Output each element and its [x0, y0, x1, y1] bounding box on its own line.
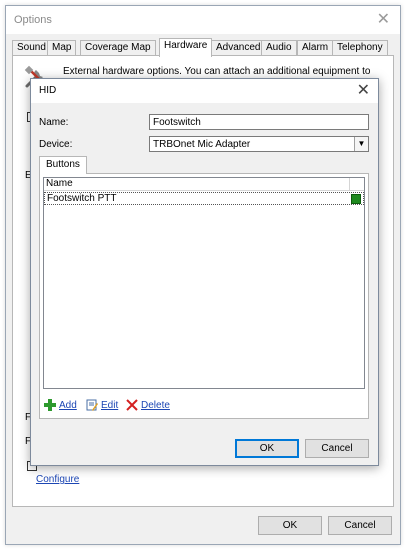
tab-advanced[interactable]: Advanced [211, 40, 266, 56]
hid-cancel-button[interactable]: Cancel [305, 439, 369, 458]
buttons-list[interactable]: Name Footswitch PTT [43, 177, 365, 389]
close-icon[interactable]: ✕ [377, 12, 390, 28]
hid-dialog: HID ✕ Name: Device: TRBOnet Mic Adapter … [30, 78, 379, 466]
chevron-down-icon[interactable]: ▼ [354, 137, 368, 151]
plus-icon [44, 399, 56, 411]
list-item[interactable]: Footswitch PTT [44, 192, 364, 205]
edit-button[interactable]: Edit [86, 398, 118, 412]
name-input[interactable] [149, 114, 369, 130]
tab-sound[interactable]: Sound [12, 40, 51, 56]
delete-icon [126, 399, 138, 411]
list-item-name: Footswitch PTT [47, 193, 117, 204]
tab-coverage-map[interactable]: Coverage Map [80, 40, 156, 56]
hid-titlebar: HID ✕ [31, 79, 378, 103]
close-icon[interactable]: ✕ [357, 83, 370, 99]
hid-ok-button[interactable]: OK [235, 439, 299, 458]
options-cancel-button[interactable]: Cancel [328, 516, 392, 535]
column-header-state[interactable] [350, 178, 365, 191]
tab-hardware[interactable]: Hardware [159, 38, 213, 57]
device-value: TRBOnet Mic Adapter [153, 139, 251, 150]
options-tabs: Sound Map Coverage Map Hardware Advanced… [12, 38, 390, 57]
tab-telephony[interactable]: Telephony [332, 40, 388, 56]
buttons-panel: Name Footswitch PTT Add Edit Delete [39, 173, 369, 419]
configure-link[interactable]: Configure [36, 474, 79, 485]
options-title: Options [14, 14, 52, 26]
options-ok-button[interactable]: OK [258, 516, 322, 535]
edit-label: Edit [101, 399, 119, 411]
add-button[interactable]: Add [44, 398, 77, 412]
edit-icon [86, 399, 98, 411]
hid-title: HID [39, 85, 57, 96]
options-titlebar: Options ✕ [6, 6, 400, 34]
name-label: Name: [39, 117, 69, 128]
status-indicator [351, 194, 361, 204]
device-select[interactable]: TRBOnet Mic Adapter ▼ [149, 136, 369, 152]
device-label: Device: [39, 139, 73, 150]
column-header-name[interactable]: Name [44, 178, 350, 191]
tab-map[interactable]: Map [47, 40, 77, 56]
tab-buttons[interactable]: Buttons [39, 156, 87, 174]
delete-label: Delete [141, 399, 170, 411]
tab-audio[interactable]: Audio [261, 40, 297, 56]
add-label: Add [59, 399, 77, 411]
tab-alarm[interactable]: Alarm [297, 40, 334, 56]
delete-button[interactable]: Delete [126, 398, 170, 412]
list-header: Name [44, 178, 364, 191]
